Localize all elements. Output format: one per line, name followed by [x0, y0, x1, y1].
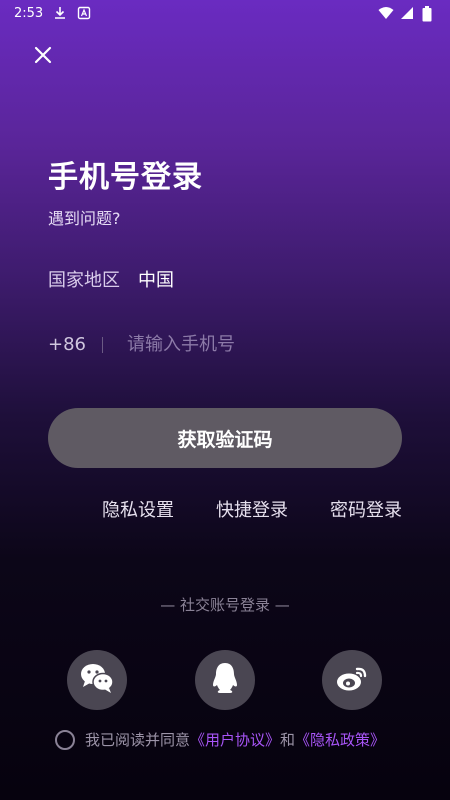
wifi-icon: [378, 6, 394, 20]
privacy-policy-link[interactable]: 《隐私政策》: [295, 729, 385, 750]
region-label: 国家地区: [48, 270, 120, 291]
page-title: 手机号登录: [48, 160, 203, 195]
wechat-icon: [79, 662, 115, 698]
status-left: 2:53: [14, 6, 91, 21]
status-time: 2:53: [14, 5, 44, 21]
agree-and: 和: [280, 731, 296, 749]
region-value[interactable]: 中国: [138, 266, 174, 292]
social-login-title: — 社交账号登录 —: [160, 596, 290, 614]
agree-prefix: 我已阅读并同意: [85, 731, 191, 749]
close-icon: [33, 45, 53, 69]
status-bar: 2:53: [0, 0, 450, 26]
battery-icon: [422, 6, 436, 22]
weibo-icon: [335, 663, 369, 697]
notification-a-icon: [77, 6, 91, 20]
quick-login-link[interactable]: 快捷登录: [216, 496, 288, 522]
agree-checkbox[interactable]: [55, 729, 75, 750]
social-row: [0, 650, 450, 712]
divider: [102, 336, 103, 353]
signal-icon: [400, 6, 414, 20]
qq-icon: [210, 661, 240, 699]
phone-input[interactable]: [125, 333, 402, 356]
wechat-login-button[interactable]: [67, 650, 127, 710]
agreement-row: 我已阅读并同意 《用户协议》 和 《隐私政策》: [55, 729, 385, 750]
get-code-button[interactable]: 获取验证码: [48, 408, 402, 468]
qq-login-button[interactable]: [195, 650, 255, 710]
weibo-login-button[interactable]: [322, 650, 382, 710]
login-options: 隐私设置 快捷登录 密码登录: [0, 496, 450, 522]
privacy-settings-link[interactable]: 隐私设置: [102, 496, 174, 522]
region-row[interactable]: 国家地区 中国: [48, 266, 174, 292]
close-button[interactable]: [28, 42, 58, 72]
phone-row: +86: [48, 333, 402, 356]
user-agreement-link[interactable]: 《用户协议》: [190, 729, 280, 750]
status-right: [378, 6, 436, 22]
password-login-link[interactable]: 密码登录: [330, 496, 402, 522]
country-code[interactable]: +86: [48, 334, 86, 355]
download-icon: [53, 6, 67, 20]
help-link[interactable]: 遇到问题?: [48, 205, 121, 229]
